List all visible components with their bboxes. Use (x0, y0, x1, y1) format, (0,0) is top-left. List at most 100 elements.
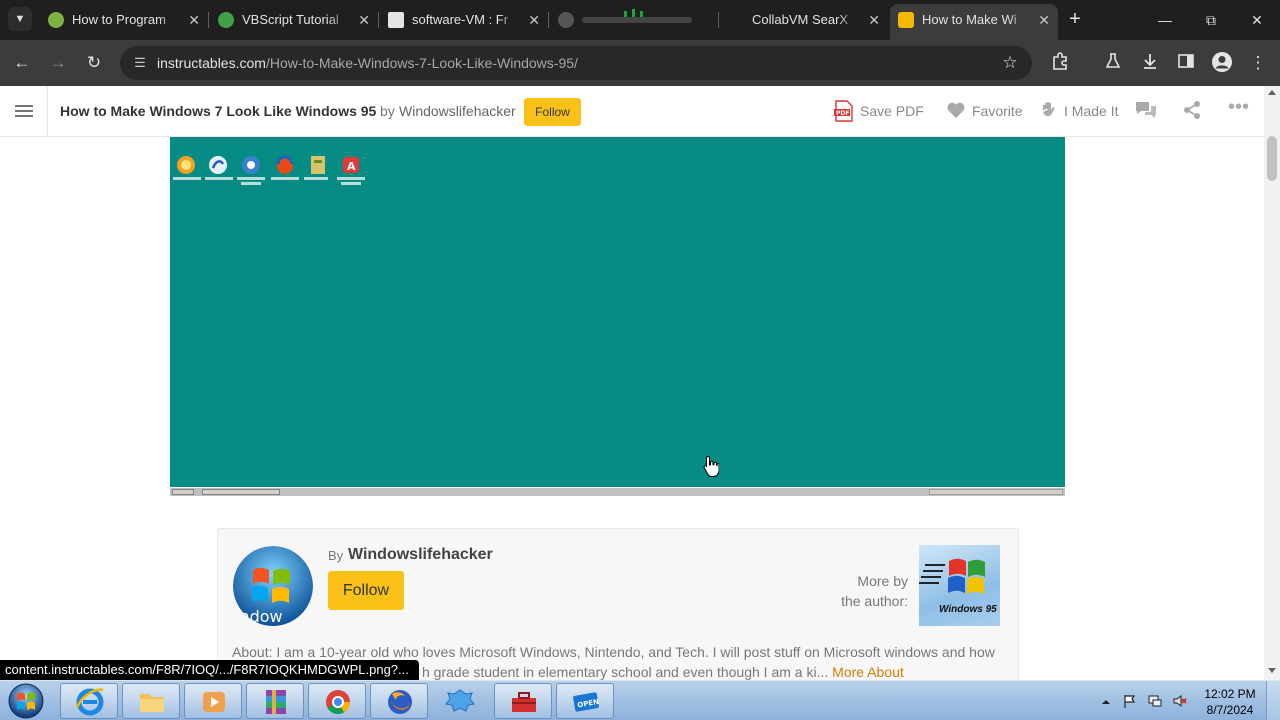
desktop-icon-caption (337, 177, 365, 180)
author-avatar[interactable]: indow (233, 546, 313, 626)
scroll-up-arrow-icon[interactable] (1268, 90, 1276, 95)
extensions-puzzle-icon[interactable] (1048, 51, 1072, 75)
bookmark-star-icon[interactable]: ☆ (1000, 53, 1020, 73)
taskbar-firefox[interactable] (370, 683, 428, 719)
open-sign-icon: OPEN (573, 692, 600, 712)
desktop-icon-caption (271, 177, 299, 180)
new-tab-plus-icon[interactable]: + (1064, 8, 1086, 30)
show-hidden-icons-icon[interactable] (1100, 695, 1116, 711)
article-step-image[interactable]: A (170, 137, 1065, 496)
address-bar[interactable]: ☰ instructables.com/How-to-Make-Windows-… (120, 46, 1032, 80)
url-path: /How-to-Make-Windows-7-Look-Like-Windows… (265, 55, 578, 71)
internet-explorer-icon (75, 688, 104, 716)
labs-flask-icon[interactable] (1101, 51, 1125, 75)
more-about-link[interactable]: More About (832, 664, 904, 680)
browser-toolbar: ← → ↻ ☰ instructables.com/How-to-Make-Wi… (0, 40, 1280, 86)
clock-date[interactable]: 8/7/2024 (1204, 703, 1256, 717)
win95-task-button (202, 489, 280, 495)
page-scrollbar[interactable] (1264, 86, 1280, 680)
close-icon[interactable]: ✕ (358, 4, 370, 36)
i-made-it-button[interactable]: I Made It (1040, 100, 1118, 122)
taskbar-winrar[interactable] (246, 683, 304, 719)
hamburger-menu-icon[interactable] (0, 86, 48, 136)
download-icon[interactable] (1138, 51, 1162, 75)
show-desktop-button[interactable] (1266, 681, 1280, 720)
win95-system-tray (929, 489, 1063, 495)
more-by-line2: the author: (841, 593, 908, 609)
status-link-preview: content.instructables.com/F8R/7IOQ/.../F… (0, 660, 419, 680)
desktop-icon-caption (341, 182, 361, 185)
profile-avatar-icon[interactable] (1210, 51, 1234, 75)
close-icon[interactable]: ✕ (868, 4, 880, 36)
save-pdf-button[interactable]: PDF Save PDF (834, 100, 924, 122)
desktop-icon-caption (237, 177, 265, 180)
window-close-icon[interactable]: ✕ (1234, 0, 1280, 40)
follow-button[interactable]: Follow (524, 98, 581, 126)
scroll-thumb[interactable] (1267, 136, 1277, 181)
network-icon[interactable] (1147, 693, 1163, 709)
browser-tab-strip: ▼ How to Program ✕ VBScript Tutorial ✕ s… (0, 0, 1280, 40)
share-icon[interactable] (1182, 100, 1202, 122)
taskbar-open-app[interactable]: OPEN (556, 683, 614, 719)
restore-icon[interactable]: ⧉ (1188, 0, 1234, 40)
url-text[interactable]: instructables.com/How-to-Make-Windows-7-… (157, 46, 578, 80)
back-arrow-icon[interactable]: ← (10, 51, 34, 75)
taskbar-internet-explorer[interactable] (60, 683, 118, 719)
start-orb-icon[interactable] (6, 682, 46, 720)
pinned-app-icon (445, 689, 475, 712)
tab-how-to-make-windows[interactable]: How to Make Wi ✕ (890, 4, 1058, 40)
tab-vbscript-tutorial[interactable]: VBScript Tutorial ✕ (210, 4, 378, 36)
author-link[interactable]: Windowslifehacker (399, 103, 516, 119)
tab-favicon-icon (558, 12, 574, 28)
tab-separator (378, 12, 379, 28)
taskbar-file-explorer[interactable] (122, 683, 180, 719)
svg-text:A: A (347, 160, 356, 173)
tab-title: How to Make Wi (922, 4, 1030, 36)
tab-how-to-program[interactable]: How to Program ✕ (40, 4, 208, 36)
tab-separator (208, 12, 209, 28)
tab-title: How to Program (72, 4, 180, 36)
desktop-shortcut-icon (209, 156, 227, 174)
minimize-icon[interactable]: — (1142, 0, 1188, 40)
save-pdf-label: Save PDF (860, 103, 924, 119)
instructables-robot-icon (898, 12, 914, 28)
close-icon[interactable]: ✕ (528, 4, 540, 36)
author-name-link[interactable]: Windowslifehacker (348, 546, 493, 564)
page-title: How to Make Windows 7 Look Like Windows … (60, 103, 377, 119)
site-header: How to Make Windows 7 Look Like Windows … (0, 86, 1264, 137)
tab-search-button[interactable]: ▼ (8, 7, 32, 31)
svg-text:PDF: PDF (836, 110, 849, 117)
volume-muted-icon[interactable] (1172, 693, 1188, 709)
tab-favicon-icon (48, 12, 64, 28)
scroll-down-arrow-icon[interactable] (1268, 668, 1276, 673)
tab-favicon-icon (218, 12, 234, 28)
site-info-tune-icon[interactable]: ☰ (130, 53, 150, 73)
clock-time[interactable]: 12:02 PM (1204, 687, 1256, 701)
taskbar-pinned-app[interactable] (440, 685, 480, 720)
taskbar-media-player[interactable] (184, 683, 242, 719)
windows-95-project-thumbnail[interactable]: Windows 95 (919, 545, 1000, 626)
follow-author-button[interactable]: Follow (328, 571, 404, 610)
side-panel-icon[interactable] (1174, 51, 1198, 75)
reload-icon[interactable]: ↻ (82, 51, 106, 75)
blurred-tab-title (582, 17, 692, 23)
action-center-flag-icon[interactable] (1122, 693, 1138, 709)
desktop-icon-caption (304, 177, 328, 180)
taskbar-chrome[interactable] (308, 683, 366, 719)
kebab-menu-icon[interactable]: ⋮ (1246, 51, 1270, 75)
desktop-icon-caption (241, 182, 261, 185)
close-icon[interactable]: ✕ (188, 4, 200, 36)
taskbar-toolbox[interactable] (494, 683, 552, 719)
tab-separator (718, 12, 719, 28)
tab-software-vm[interactable]: software-VM : Fr ✕ (380, 4, 548, 36)
comments-icon[interactable] (1134, 100, 1158, 122)
more-options-icon[interactable]: ••• (1228, 96, 1249, 118)
about-line-2-text: h grade student in elementary school and… (422, 664, 829, 680)
tab-collabvm-searx[interactable]: CollabVM SearX ✕ (720, 4, 888, 36)
more-by-author-label: More by the author: (818, 571, 908, 611)
close-icon[interactable]: ✕ (1038, 4, 1050, 36)
favorite-button[interactable]: Favorite (946, 100, 1023, 122)
tab-blurred[interactable] (550, 4, 718, 36)
tab-separator (548, 12, 549, 28)
forward-arrow-icon[interactable]: → (46, 51, 70, 75)
